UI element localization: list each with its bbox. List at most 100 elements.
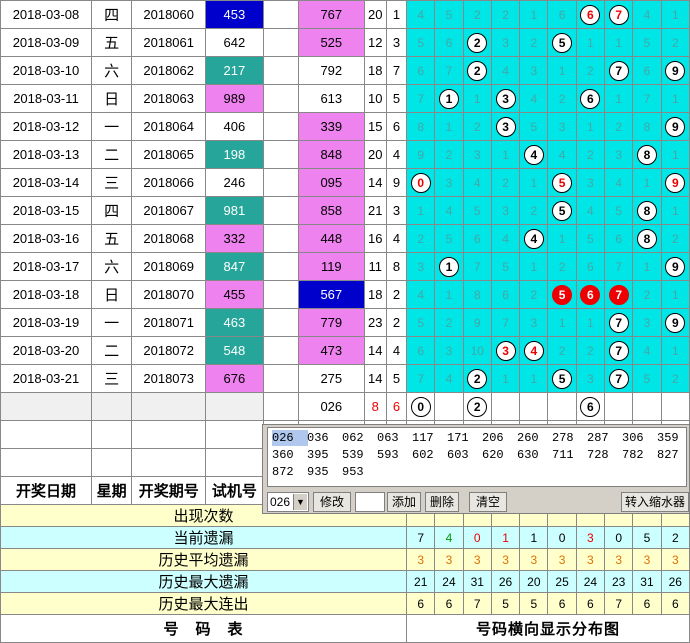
- trial-number: 847: [205, 252, 264, 281]
- digit-cell-6: 3: [575, 168, 606, 197]
- number-list-item[interactable]: 935: [307, 464, 343, 480]
- hit-ball: 6: [580, 284, 601, 305]
- number-list-item[interactable]: 117: [412, 430, 448, 446]
- sum-value: 10: [363, 84, 387, 113]
- number-list-item[interactable]: 593: [377, 447, 413, 463]
- digit-cell-2: 9: [462, 308, 492, 337]
- stat-value: 1: [519, 526, 549, 549]
- digit-cell-8: 1: [632, 252, 662, 281]
- digit-cell-1: 1: [434, 112, 464, 141]
- hit-ball: 5: [552, 172, 573, 193]
- number-list-item[interactable]: 630: [517, 447, 553, 463]
- chevron-down-icon[interactable]: ▼: [293, 494, 307, 510]
- number-list-item[interactable]: 360: [272, 447, 308, 463]
- digit-cell-3: 3: [490, 84, 521, 113]
- add-button[interactable]: 添加: [387, 492, 421, 512]
- number-list-item[interactable]: 602: [412, 447, 448, 463]
- draw-date: 2018-03-12: [0, 112, 92, 141]
- digit-cell-7: 7: [604, 252, 634, 281]
- digit-cell-1: 4: [434, 196, 464, 225]
- weekday: 日: [90, 280, 133, 309]
- span-value: 7: [385, 56, 408, 85]
- blank-cell: [0, 392, 92, 421]
- number-list-item[interactable]: 603: [447, 447, 483, 463]
- digit-cell-5: 2: [547, 84, 577, 113]
- stat-value: 7: [604, 592, 634, 615]
- digit-cell-4: 2: [519, 196, 549, 225]
- issue-number: 2018062: [131, 56, 207, 85]
- number-list-item[interactable]: 872: [272, 464, 308, 480]
- digit-cell-5: 2: [547, 336, 577, 365]
- number-list-item[interactable]: 395: [307, 447, 343, 463]
- number-list-item[interactable]: 026: [272, 430, 308, 446]
- hit-ball: 7: [608, 368, 629, 389]
- to-shrink-button[interactable]: 转入缩水器: [621, 492, 689, 512]
- trial-sum-blank: [262, 84, 299, 113]
- digit-cell-1: 3: [434, 168, 464, 197]
- number-input[interactable]: [355, 492, 385, 512]
- digit-cell-6: 1: [575, 112, 606, 141]
- sum-value: 20: [363, 0, 387, 29]
- digit-cell-2: 2: [462, 0, 492, 29]
- blank-cell: [0, 420, 92, 449]
- sum-value: 12: [363, 28, 387, 57]
- winning-number: 448: [297, 224, 365, 253]
- number-list-item[interactable]: 711: [552, 447, 588, 463]
- digit-cell-3: [490, 392, 521, 421]
- digit-cell-4: 2: [519, 280, 549, 309]
- stat-value: 24: [575, 570, 606, 593]
- number-combo[interactable]: 026 ▼: [267, 492, 309, 512]
- hit-ball: 0: [410, 396, 431, 417]
- digit-cell-1: 2: [434, 308, 464, 337]
- digit-cell-6: 1: [575, 28, 606, 57]
- issue-number: 2018060: [131, 0, 207, 29]
- number-list-item[interactable]: 206: [482, 430, 518, 446]
- stat-value: 23: [604, 570, 634, 593]
- number-list-item[interactable]: 260: [517, 430, 553, 446]
- digit-cell-3: 2: [490, 168, 521, 197]
- trial-number: 198: [205, 140, 264, 169]
- number-list-item[interactable]: 620: [482, 447, 518, 463]
- weekday: 四: [90, 0, 133, 29]
- digit-cell-5: 3: [547, 112, 577, 141]
- winning-number: 119: [297, 252, 365, 281]
- hit-ball: 5: [552, 368, 573, 389]
- stat-row: 历史最大遗漏 21 24 31 26 20 25 24 23 31 26: [0, 570, 690, 593]
- trial-number: 676: [205, 364, 264, 393]
- number-list-item[interactable]: 359: [657, 430, 690, 446]
- digit-cell-4: 1: [519, 0, 549, 29]
- stat-label: 历史最大连出: [0, 592, 408, 615]
- stat-value: 0: [462, 526, 492, 549]
- digit-cell-2: 8: [462, 280, 492, 309]
- number-list-item[interactable]: 306: [622, 430, 658, 446]
- number-list-item[interactable]: 062: [342, 430, 378, 446]
- number-list-item[interactable]: 063: [377, 430, 413, 446]
- trial-sum-blank: [262, 56, 299, 85]
- number-list-item[interactable]: 782: [622, 447, 658, 463]
- delete-button[interactable]: 删除: [425, 492, 459, 512]
- number-list-item[interactable]: 171: [447, 430, 483, 446]
- digit-cell-9: 9: [660, 112, 690, 141]
- hit-ball: 7: [608, 60, 629, 81]
- digit-cell-9: 1: [660, 0, 690, 29]
- modify-button[interactable]: 修改: [313, 492, 351, 512]
- number-list-item[interactable]: 728: [587, 447, 623, 463]
- number-list-item[interactable]: 036: [307, 430, 343, 446]
- number-list-item[interactable]: 539: [342, 447, 378, 463]
- digit-cell-4: 2: [519, 28, 549, 57]
- weekday: 一: [90, 112, 133, 141]
- hit-ball: 2: [467, 60, 488, 81]
- clear-button[interactable]: 清空: [469, 492, 507, 512]
- digit-cell-7: 7: [604, 308, 634, 337]
- number-list[interactable]: 026 036 062 063 117 171 206 260 278 287 306 359 360 3…: [267, 427, 687, 487]
- number-list-item[interactable]: 953: [342, 464, 378, 480]
- digit-cell-9: 9: [660, 308, 690, 337]
- hit-ball: 9: [665, 256, 686, 277]
- number-list-item[interactable]: 827: [657, 447, 690, 463]
- issue-number: 2018071: [131, 308, 207, 337]
- stat-value: 5: [632, 526, 662, 549]
- number-list-item[interactable]: 278: [552, 430, 588, 446]
- number-list-item[interactable]: 287: [587, 430, 623, 446]
- digit-cell-1: 1: [434, 84, 464, 113]
- digit-cell-8: 5: [632, 28, 662, 57]
